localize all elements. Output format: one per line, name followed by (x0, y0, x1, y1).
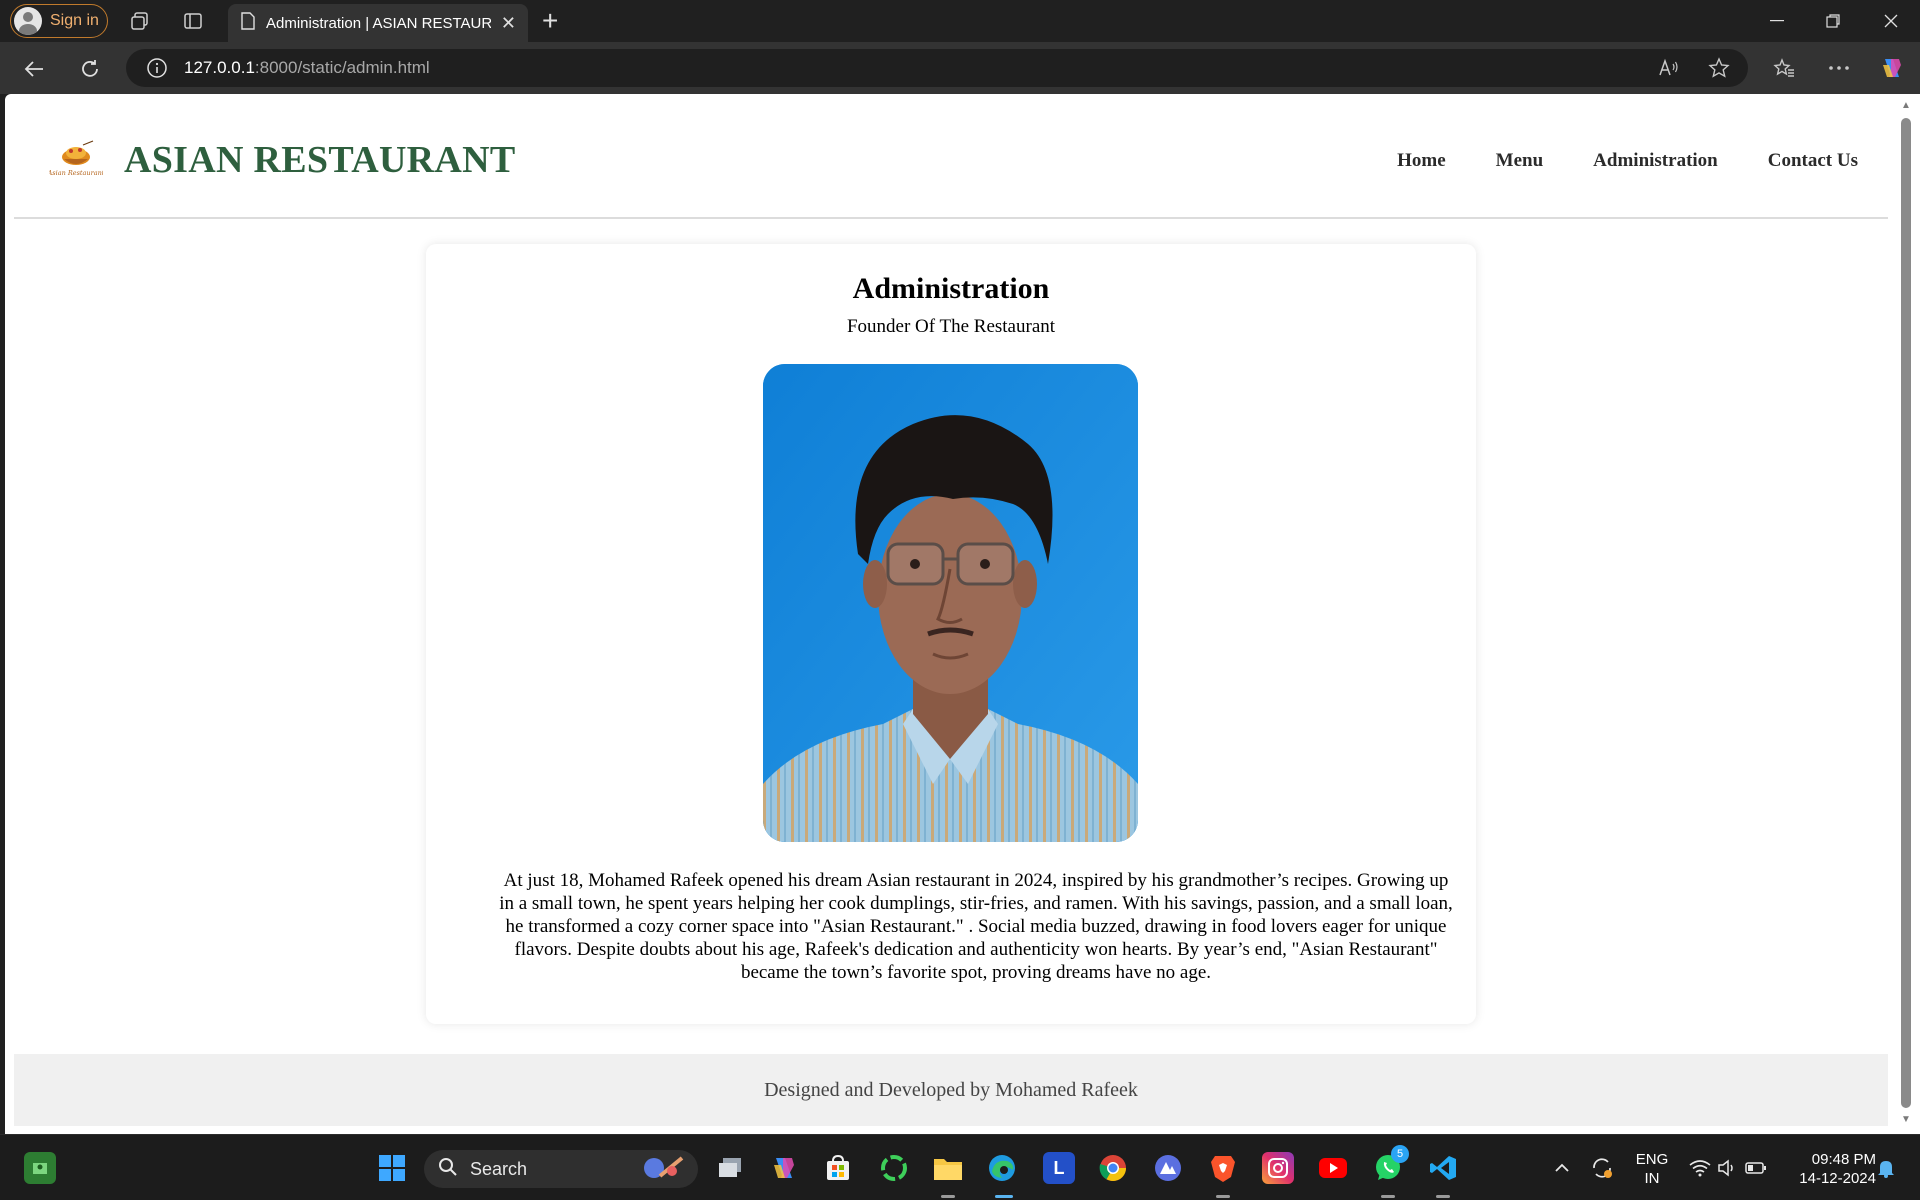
start-windows-icon[interactable] (376, 1152, 408, 1184)
scrollbar-thumb[interactable] (1901, 118, 1911, 1108)
desktop-widget-icon[interactable] (24, 1152, 56, 1184)
scroll-down-icon[interactable]: ▼ (1900, 1114, 1912, 1125)
logo-script-text: Asian Restaurant (49, 169, 103, 177)
main-nav: Home Menu Administration Contact Us (1397, 150, 1858, 172)
lang-bottom: IN (1644, 1170, 1660, 1187)
site-title[interactable]: ASIAN RESTAURANT (124, 138, 516, 182)
favorite-star-icon[interactable] (1703, 52, 1735, 84)
page-viewport: Asian Restaurant ASIAN RESTAURANT Home M… (5, 94, 1897, 1134)
battery-icon[interactable] (1740, 1152, 1772, 1184)
explorer-running-indicator (941, 1195, 955, 1198)
founder-subtitle: Founder Of The Restaurant (846, 316, 1056, 337)
restore-icon[interactable] (1818, 8, 1848, 34)
workspaces-icon[interactable] (128, 9, 152, 33)
site-header: Asian Restaurant ASIAN RESTAURANT Home M… (14, 94, 1888, 219)
back-arrow-icon[interactable] (20, 55, 48, 83)
footer-credit: Designed and Developed by Mohamed Rafeek (764, 1078, 1138, 1101)
copilot-app-icon[interactable] (768, 1152, 800, 1184)
clock-date: 14-12-2024 (1799, 1170, 1876, 1187)
sign-in-button[interactable]: Sign in (10, 4, 108, 38)
site-footer: Designed and Developed by Mohamed Rafeek (14, 1054, 1888, 1126)
more-options-icon[interactable] (1823, 52, 1855, 84)
clock-time: 09:48 PM (1811, 1151, 1876, 1168)
youtube-icon[interactable] (1317, 1152, 1349, 1184)
site-info-icon[interactable] (146, 57, 168, 79)
windows-taskbar: Search L 5 ENG IN 09:48 PM 14-12-2024 (0, 1134, 1920, 1200)
taskbar-search-box[interactable]: Search (424, 1150, 698, 1188)
search-icon (438, 1157, 458, 1182)
clock[interactable]: 09:48 PM 14-12-2024 (1780, 1150, 1876, 1188)
vscode-icon[interactable] (1427, 1152, 1459, 1184)
browser-tab-bar: Sign in Administration | ASIAN RESTAURAN… (0, 0, 1920, 42)
nav-home-link[interactable]: Home (1397, 150, 1446, 172)
founder-photo (763, 364, 1138, 842)
mountain-app-icon[interactable] (1152, 1152, 1184, 1184)
read-aloud-icon[interactable] (1653, 52, 1685, 84)
nav-contact-link[interactable]: Contact Us (1768, 150, 1858, 172)
url-bar[interactable]: 127.0.0.1:8000/static/admin.html (126, 49, 1748, 87)
copilot-icon[interactable] (1876, 52, 1908, 84)
file-explorer-icon[interactable] (932, 1152, 964, 1184)
minimize-icon[interactable] (1762, 8, 1792, 34)
close-tab-icon[interactable]: ✕ (501, 13, 516, 34)
chevron-up-icon[interactable] (1546, 1152, 1578, 1184)
brave-running-indicator (1216, 1195, 1230, 1198)
lang-top: ENG (1635, 1151, 1669, 1168)
vscode-running-indicator (1436, 1195, 1450, 1198)
volume-icon[interactable] (1711, 1152, 1743, 1184)
sync-icon[interactable] (1586, 1152, 1618, 1184)
address-toolbar: 127.0.0.1:8000/static/admin.html (0, 42, 1920, 94)
nav-administration-link[interactable]: Administration (1593, 150, 1718, 172)
l-app-label: L (1053, 1157, 1065, 1178)
restaurant-logo[interactable]: Asian Restaurant (47, 139, 105, 181)
search-highlight-icon (638, 1154, 686, 1185)
chrome-browser-icon[interactable] (1097, 1152, 1129, 1184)
task-view-icon[interactable] (714, 1152, 746, 1184)
page-title: Administration (852, 272, 1050, 305)
new-tab-icon[interactable]: + (542, 6, 558, 36)
page-file-icon (240, 12, 256, 34)
active-tab[interactable]: Administration | ASIAN RESTAURANT ✕ (228, 4, 528, 42)
favorites-icon[interactable] (1768, 52, 1800, 84)
microsoft-store-icon[interactable] (822, 1152, 854, 1184)
whatsapp-notification-badge: 5 (1391, 1145, 1409, 1163)
circle-app-icon[interactable] (878, 1152, 910, 1184)
refresh-icon[interactable] (76, 55, 104, 83)
whatsapp-running-indicator (1381, 1195, 1395, 1198)
input-language-indicator[interactable]: ENG IN (1632, 1150, 1672, 1188)
search-label: Search (470, 1158, 528, 1179)
scroll-up-icon[interactable]: ▲ (1900, 100, 1912, 111)
administration-card: Administration Founder Of The Restaurant (426, 244, 1476, 1024)
notification-bell-icon[interactable] (1870, 1152, 1902, 1184)
brave-browser-icon[interactable] (1207, 1152, 1239, 1184)
tab-title: Administration | ASIAN RESTAURANT (266, 14, 491, 32)
l-app-icon[interactable]: L (1043, 1152, 1075, 1184)
edge-active-indicator (995, 1195, 1013, 1198)
nav-menu-link[interactable]: Menu (1496, 150, 1544, 172)
close-window-icon[interactable] (1876, 8, 1906, 34)
founder-bio: At just 18, Mohamed Rafeek opened his dr… (499, 870, 1453, 983)
profile-avatar-icon (14, 7, 42, 35)
edge-browser-icon[interactable] (986, 1152, 1018, 1184)
instagram-icon[interactable] (1262, 1152, 1294, 1184)
sign-in-label: Sign in (50, 12, 99, 29)
url-path: :8000/static/admin.html (254, 58, 430, 77)
url-host: 127.0.0.1 (184, 58, 255, 77)
tab-actions-icon[interactable] (181, 9, 205, 33)
